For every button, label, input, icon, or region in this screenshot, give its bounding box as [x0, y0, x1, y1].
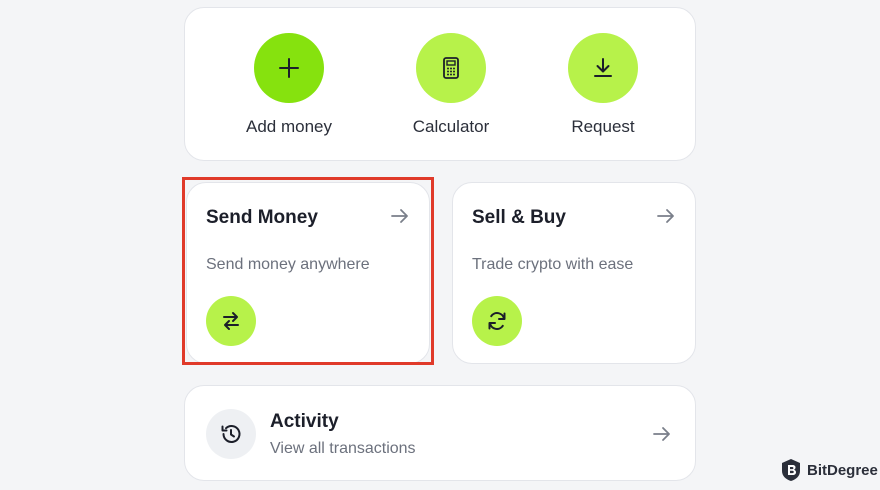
activity-subtitle: View all transactions	[270, 440, 416, 457]
add-money-button[interactable]: Add money	[219, 33, 359, 137]
brand-watermark: BitDegree	[780, 458, 878, 482]
arrow-right-icon	[653, 427, 670, 441]
calculator-icon	[443, 57, 459, 79]
history-icon	[221, 425, 241, 443]
add-money-label: Add money	[246, 117, 332, 136]
quick-actions-card: Add money Calculator Request	[184, 7, 696, 161]
send-money-subtitle: Send money anywhere	[206, 256, 370, 273]
activity-icon-circle	[206, 409, 256, 459]
bitdegree-logo-icon	[782, 459, 800, 481]
sell-buy-card[interactable]: Sell & Buy Trade crypto with ease	[452, 182, 696, 364]
arrow-right-icon	[657, 209, 674, 223]
activity-title: Activity	[270, 411, 339, 432]
brand-name: BitDegree	[807, 461, 878, 479]
add-money-circle	[254, 33, 324, 103]
calculator-button[interactable]: Calculator	[381, 33, 521, 137]
activity-card[interactable]: Activity View all transactions	[184, 385, 696, 481]
sell-buy-icon-circle	[472, 296, 522, 346]
send-money-icon-circle	[206, 296, 256, 346]
calculator-label: Calculator	[412, 117, 490, 136]
request-label: Request	[571, 117, 635, 136]
refresh-icon	[488, 312, 506, 330]
plus-icon	[279, 58, 299, 78]
sell-buy-subtitle: Trade crypto with ease	[472, 256, 634, 273]
arrow-right-icon	[391, 209, 408, 223]
calculator-circle	[416, 33, 486, 103]
send-money-card[interactable]: Send Money Send money anywhere	[186, 182, 430, 364]
request-button[interactable]: Request	[533, 33, 673, 137]
wallet-home: Add money Calculator Request Send Money …	[0, 0, 880, 490]
sell-buy-title: Sell & Buy	[472, 207, 566, 228]
download-icon	[594, 58, 612, 77]
swap-arrows-icon	[223, 312, 239, 330]
request-circle	[568, 33, 638, 103]
send-money-title: Send Money	[206, 207, 318, 228]
